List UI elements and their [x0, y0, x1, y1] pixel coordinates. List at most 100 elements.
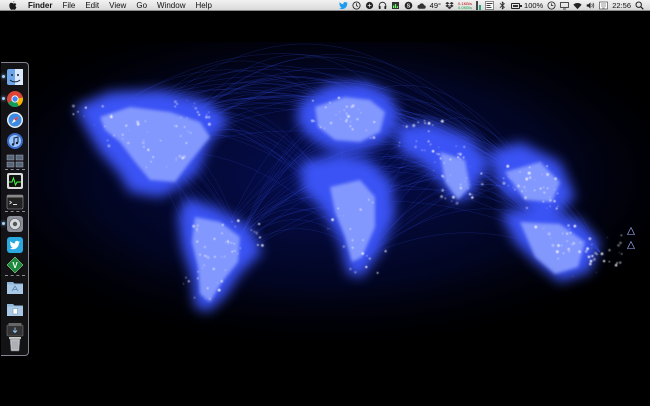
city-light — [345, 118, 348, 121]
city-light — [204, 254, 207, 257]
dock-item-terminal[interactable] — [4, 192, 26, 212]
menu-help[interactable]: Help — [190, 0, 216, 11]
city-light — [204, 246, 206, 248]
city-light — [255, 231, 258, 235]
city-light — [231, 250, 234, 253]
city-light — [573, 224, 577, 228]
city-light — [217, 282, 219, 284]
dock-item-spaces[interactable] — [4, 151, 26, 171]
city-light — [572, 276, 574, 277]
spotlight-search-icon[interactable] — [635, 1, 644, 10]
city-light — [107, 144, 111, 148]
skype-icon[interactable]: S — [404, 1, 413, 10]
wallpaper-corner-sign-1 — [626, 226, 636, 236]
city-light — [318, 124, 320, 126]
cpu-monitor-icon[interactable] — [391, 1, 400, 10]
city-light — [525, 178, 529, 181]
city-light — [438, 153, 440, 155]
memory-meter[interactable] — [476, 1, 482, 10]
city-light — [562, 252, 565, 255]
battery-icon[interactable] — [511, 1, 523, 10]
city-light — [335, 114, 337, 116]
city-light — [337, 96, 341, 100]
dock-item-trash[interactable] — [4, 333, 26, 353]
display-icon[interactable] — [560, 1, 570, 10]
city-light — [174, 105, 176, 108]
apple-menu-icon[interactable] — [8, 0, 17, 10]
city-light — [464, 181, 466, 182]
city-light — [338, 215, 340, 217]
city-light — [451, 195, 455, 199]
city-light — [230, 234, 232, 235]
clock-icon[interactable] — [547, 1, 556, 10]
menu-clock[interactable]: 22:56 — [612, 0, 631, 11]
city-light — [441, 174, 444, 178]
city-light — [591, 254, 594, 258]
city-light — [312, 99, 314, 102]
city-light — [398, 145, 400, 147]
city-light — [253, 230, 256, 233]
city-light — [542, 200, 545, 203]
menu-edit[interactable]: Edit — [80, 0, 104, 11]
city-light — [324, 106, 327, 109]
city-light — [186, 117, 188, 119]
city-light — [470, 196, 474, 199]
city-light — [471, 194, 474, 196]
battery-percentage[interactable]: 100% — [524, 0, 543, 11]
dock-item-documents-folder[interactable] — [4, 299, 26, 319]
city-light — [110, 114, 112, 116]
network-speed-readout[interactable]: 0.1KB/s 0.0KB/s — [458, 1, 472, 10]
city-light — [217, 288, 221, 292]
headphones-icon[interactable] — [378, 1, 387, 10]
city-light — [147, 131, 149, 133]
menu-app-finder[interactable]: Finder — [23, 0, 57, 11]
city-light — [213, 255, 216, 258]
wifi-icon[interactable] — [573, 1, 582, 10]
menu-window[interactable]: Window — [152, 0, 190, 11]
city-light — [194, 103, 195, 105]
dock-item-twitter[interactable] — [4, 235, 26, 255]
city-light — [569, 231, 572, 234]
city-light — [187, 280, 190, 283]
city-light — [234, 250, 236, 252]
city-light — [543, 191, 546, 194]
city-light — [354, 271, 357, 274]
dock-item-applications-folder[interactable] — [4, 277, 26, 297]
menu-file[interactable]: File — [57, 0, 80, 11]
city-light — [192, 105, 194, 107]
keyboard-layout-icon[interactable] — [599, 1, 609, 10]
sync-icon[interactable] — [365, 1, 374, 10]
dock-item-chrome[interactable] — [2, 89, 26, 109]
dropbox-icon[interactable] — [445, 1, 454, 10]
city-light — [347, 115, 350, 118]
city-light — [331, 218, 334, 222]
dock-item-system-preferences[interactable] — [2, 214, 26, 234]
twitter-bird-icon[interactable] — [338, 1, 348, 10]
temperature-readout[interactable]: 49° — [430, 0, 441, 11]
city-light — [525, 190, 527, 192]
city-light — [213, 237, 216, 240]
menu-meter-icon[interactable] — [485, 1, 494, 10]
time-machine-icon[interactable] — [352, 1, 361, 10]
city-light — [510, 178, 512, 180]
city-light — [196, 230, 199, 233]
city-light — [84, 106, 87, 109]
dock-item-finder[interactable] — [2, 67, 26, 87]
city-light — [196, 277, 199, 280]
volume-icon[interactable] — [586, 1, 595, 10]
dock-item-vim[interactable]: V — [4, 255, 26, 275]
city-light — [459, 158, 461, 160]
dock-item-itunes[interactable] — [4, 131, 26, 151]
weather-cloud-icon[interactable] — [417, 1, 426, 10]
dock-item-safari[interactable] — [4, 110, 26, 130]
city-light — [345, 112, 348, 115]
dock-item-activity-monitor[interactable] — [4, 171, 26, 191]
menu-view[interactable]: View — [104, 0, 131, 11]
city-light — [372, 120, 376, 124]
city-light — [349, 267, 352, 271]
city-light — [199, 253, 201, 256]
bluetooth-icon[interactable] — [498, 1, 507, 10]
city-light — [362, 239, 364, 242]
menu-go[interactable]: Go — [131, 0, 152, 11]
city-light — [534, 179, 536, 181]
